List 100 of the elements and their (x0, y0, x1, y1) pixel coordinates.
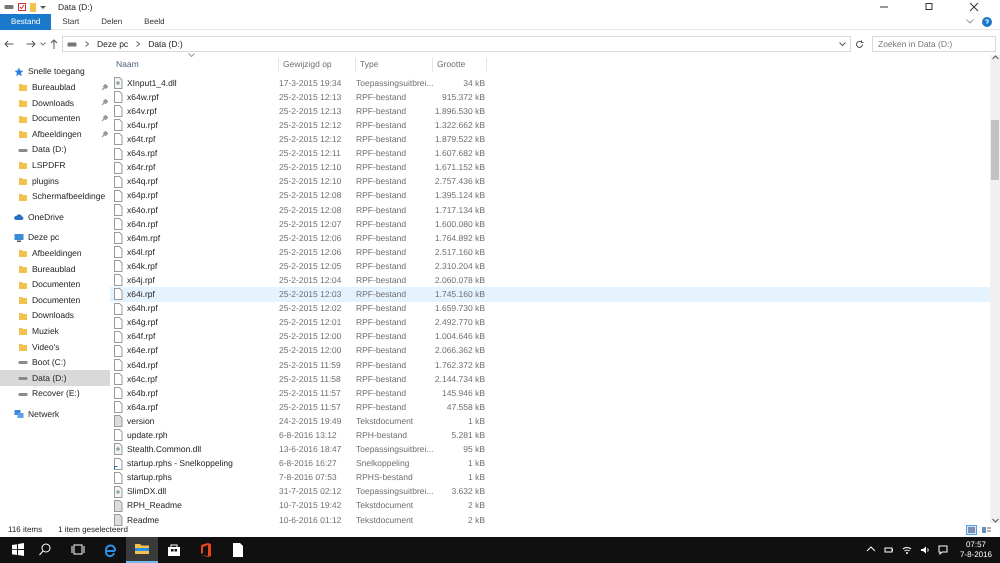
breadcrumb-link[interactable]: Data (D:) (148, 38, 183, 50)
up-arrow-icon[interactable] (50, 39, 58, 49)
ribbon-tab[interactable]: Beeld (133, 14, 176, 30)
file-row[interactable]: x64u.rpf 25-2-2015 12:12 RPF-bestand 1.322.662 kB (110, 118, 990, 132)
file-row[interactable]: x64o.rpf 25-2-2015 12:08 RPF-bestand 1.717.134 kB (110, 202, 990, 217)
sidebar-item[interactable]: Bureaublad (0, 261, 110, 277)
file-row[interactable]: x64t.rpf 25-2-2015 12:12 RPF-bestand 1.879.522 kB (110, 132, 990, 146)
file-row[interactable]: RPH_Readme 10-7-2015 19:42 Tekstdocument 2 kB (110, 498, 990, 513)
file-row[interactable]: XInput1_4.dll 17-3-2015 19:34 Toepassingsuitbrei... 34 kB (110, 76, 990, 90)
sidebar-item[interactable]: Downloads (0, 308, 110, 324)
sidebar-item[interactable]: Documenten (0, 292, 110, 308)
sidebar-item[interactable]: Bureaublad (0, 80, 110, 96)
file-row[interactable]: version 24-2-2015 19:49 Tekstdocument 1 kB (110, 414, 990, 428)
file-row[interactable]: x64p.rpf 25-2-2015 12:08 RPF-bestand 1.395.124 kB (110, 188, 990, 203)
forward-arrow-icon[interactable] (26, 40, 36, 48)
sidebar-item[interactable]: Deze pc (0, 230, 110, 246)
scrollbar[interactable] (990, 55, 1000, 523)
file-row[interactable]: x64s.rpf 25-2-2015 12:11 RPF-bestand 1.607.682 kB (110, 146, 990, 161)
modified-date: 25-2-2015 12:10 (279, 161, 342, 174)
file-type: RPF-bestand (356, 104, 408, 118)
sidebar-item[interactable]: Afbeeldingen (0, 126, 110, 142)
file-row[interactable]: SlimDX.dll 31-7-2015 02:12 Toepassingsuitbrei... 3.632 kB (110, 484, 990, 499)
clock-date[interactable]: 7-8-2016 (960, 550, 992, 560)
chevron-down-icon[interactable] (992, 518, 998, 523)
sidebar-item[interactable]: Downloads (0, 95, 110, 111)
file-row[interactable]: Readme 10-6-2016 01:12 Tekstdocument 2 kB (110, 512, 990, 527)
file-row[interactable]: x64f.rpf 25-2-2015 12:00 RPF-bestand 1.004.646 kB (110, 330, 990, 344)
close-button[interactable] (968, 2, 978, 12)
office-icon[interactable] (198, 542, 214, 558)
chevron-down-icon[interactable] (40, 42, 46, 46)
file-row[interactable]: startup.rphs - Snelkoppeling 6-8-2016 16:27 Snelkoppeling 1 kB (110, 456, 990, 471)
tiles-view-icon[interactable] (981, 525, 992, 535)
file-row[interactable]: x64l.rpf 25-2-2015 12:06 RPF-bestand 2.517.160 kB (110, 245, 990, 260)
document-icon[interactable] (230, 542, 246, 558)
file-row[interactable]: update.rph 6-8-2016 13:12 RPH-bestand 5.281 kB (110, 428, 990, 442)
file-row[interactable]: x64b.rpf 25-2-2015 11:57 RPF-bestand 145.946 kB (110, 386, 990, 400)
folder-icon[interactable] (134, 541, 150, 557)
help-icon[interactable] (982, 16, 992, 26)
column-header[interactable]: Grootte (433, 58, 487, 72)
back-arrow-icon[interactable] (4, 40, 14, 48)
speaker-icon[interactable] (920, 545, 930, 555)
battery-icon[interactable] (884, 545, 894, 555)
file-row[interactable]: x64n.rpf 25-2-2015 12:07 RPF-bestand 1.600.080 kB (110, 216, 990, 232)
browser-icon[interactable] (102, 542, 118, 558)
file-row[interactable]: x64q.rpf 25-2-2015 12:10 RPF-bestand 2.757.436 kB (110, 174, 990, 189)
file-row[interactable]: Stealth.Common.dll 13-6-2016 18:47 Toepassingsuitbrei... 95 kB (110, 442, 990, 457)
sidebar-item[interactable]: Data (D:) (0, 142, 110, 158)
sidebar-item[interactable]: Netwerk (0, 406, 110, 422)
file-row[interactable]: x64k.rpf 25-2-2015 12:05 RPF-bestand 2.310.204 kB (110, 259, 990, 274)
sidebar-item[interactable]: Documenten (0, 276, 110, 292)
chevron-up-icon[interactable] (992, 55, 998, 60)
sidebar-item[interactable]: Afbeeldingen (0, 246, 110, 262)
sidebar-item[interactable]: LSPDFR (0, 158, 110, 174)
breadcrumb-link[interactable]: Deze pc (97, 38, 128, 50)
search-field[interactable]: Zoeken in Data (D:) (872, 36, 996, 52)
notification-icon[interactable] (938, 545, 948, 555)
file-row[interactable]: x64m.rpf 25-2-2015 12:06 RPF-bestand 1.764.892 kB (110, 231, 990, 246)
sidebar-item[interactable]: Muziek (0, 324, 110, 340)
file-row[interactable]: x64d.rpf 25-2-2015 11:59 RPF-bestand 1.762.372 kB (110, 358, 990, 372)
ribbon-tab[interactable]: Start (51, 14, 90, 30)
file-row[interactable]: x64h.rpf 25-2-2015 12:02 RPF-bestand 1.659.730 kB (110, 302, 990, 316)
ribbon-tab[interactable]: Delen (90, 14, 134, 30)
file-row[interactable]: x64i.rpf 25-2-2015 12:03 RPF-bestand 1.745.160 kB (110, 287, 990, 302)
clock-time[interactable]: 07:57 (966, 540, 986, 550)
scrollbar-thumb[interactable] (991, 120, 999, 180)
file-row[interactable]: x64e.rpf 25-2-2015 12:00 RPF-bestand 2.066.362 kB (110, 344, 990, 358)
column-header[interactable]: Type (356, 58, 433, 72)
sidebar-item[interactable]: Data (D:) (0, 370, 110, 386)
sidebar-item[interactable]: Snelle toegang (0, 64, 110, 80)
sidebar-item[interactable]: OneDrive (0, 209, 110, 225)
dropdown-icon[interactable] (40, 4, 46, 10)
file-row[interactable]: x64j.rpf 25-2-2015 12:04 RPF-bestand 2.060.078 kB (110, 273, 990, 288)
details-view-icon[interactable] (966, 525, 977, 535)
chevron-down-icon[interactable] (839, 42, 846, 46)
file-size: 1 kB (466, 414, 485, 428)
file-name: x64c.rpf (127, 372, 158, 386)
sidebar-item[interactable]: Boot (C:) (0, 354, 110, 370)
windows-start-icon[interactable] (10, 542, 26, 558)
checkbox-icon[interactable] (18, 3, 26, 11)
file-row[interactable]: x64g.rpf 25-2-2015 12:01 RPF-bestand 2.492.770 kB (110, 316, 990, 330)
ribbon-tab[interactable]: Bestand (0, 14, 52, 30)
sidebar-item[interactable]: Recover (E:) (0, 386, 110, 402)
file-type: RPF-bestand (356, 330, 408, 344)
sidebar-item[interactable]: Schermafbeeldinge (0, 188, 110, 204)
refresh-icon[interactable] (855, 40, 864, 48)
column-header[interactable]: Naam (110, 58, 279, 72)
sidebar-item[interactable]: plugins (0, 173, 110, 189)
address-bar[interactable]: Deze pc Data (D:) (62, 36, 851, 52)
file-row[interactable]: x64v.rpf 25-2-2015 12:13 RPF-bestand 1.896.530 kB (110, 104, 990, 118)
file-row[interactable]: x64c.rpf 25-2-2015 11:58 RPF-bestand 2.144.734 kB (110, 372, 990, 386)
file-row[interactable]: startup.rphs 7-8-2016 07:53 RPHS-bestand 1 kB (110, 470, 990, 485)
maximize-button[interactable] (924, 2, 934, 12)
file-row[interactable]: x64a.rpf 25-2-2015 11:57 RPF-bestand 47.558 kB (110, 400, 990, 414)
sidebar-item[interactable]: Video's (0, 339, 110, 355)
file-row[interactable]: x64w.rpf 25-2-2015 12:13 RPF-bestand 915.372 kB (110, 90, 990, 104)
file-row[interactable]: x64r.rpf 25-2-2015 12:10 RPF-bestand 1.671.152 kB (110, 160, 990, 175)
column-header[interactable]: Gewijzigd op (279, 58, 356, 72)
sidebar-item[interactable]: Documenten (0, 110, 110, 126)
store-icon[interactable] (166, 542, 182, 558)
wifi-icon[interactable] (902, 545, 912, 555)
